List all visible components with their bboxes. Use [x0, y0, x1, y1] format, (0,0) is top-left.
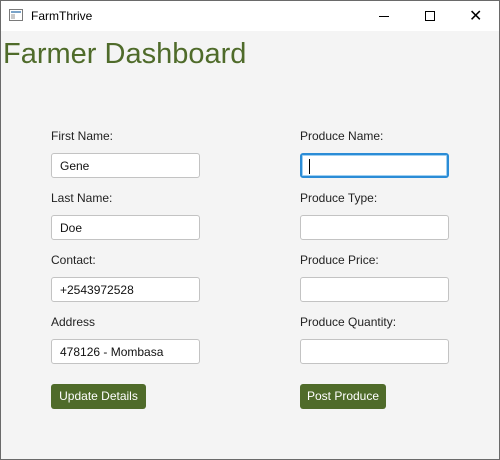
address-label: Address	[51, 315, 96, 329]
produce-type-label: Produce Type:	[300, 191, 378, 205]
app-window-icon	[9, 9, 23, 21]
maximize-icon	[425, 11, 435, 21]
last-name-label: Last Name:	[51, 191, 113, 205]
minimize-icon	[379, 16, 389, 17]
close-icon: ✕	[469, 6, 483, 25]
minimize-button[interactable]	[361, 1, 407, 31]
contact-label: Contact:	[51, 253, 96, 267]
produce-price-field[interactable]	[300, 277, 449, 302]
produce-quantity-field[interactable]	[300, 339, 449, 364]
address-field[interactable]	[51, 339, 200, 364]
contact-field[interactable]	[51, 277, 200, 302]
update-details-button[interactable]: Update Details	[51, 384, 146, 409]
produce-name-field[interactable]	[300, 153, 449, 178]
produce-type-field[interactable]	[300, 215, 449, 240]
post-produce-button[interactable]: Post Produce	[300, 384, 386, 409]
title-bar[interactable]: FarmThrive ✕	[1, 1, 499, 31]
maximize-button[interactable]	[407, 1, 453, 31]
window-title: FarmThrive	[31, 9, 93, 23]
text-caret	[309, 159, 310, 174]
produce-name-label: Produce Name:	[300, 129, 384, 143]
page-title: Farmer Dashboard	[3, 38, 247, 70]
last-name-field[interactable]	[51, 215, 200, 240]
app-window: FarmThrive ✕ Farmer Dashboard First Name…	[0, 0, 500, 460]
first-name-field[interactable]	[51, 153, 200, 178]
first-name-label: First Name:	[51, 129, 114, 143]
produce-price-label: Produce Price:	[300, 253, 379, 267]
close-button[interactable]: ✕	[453, 1, 499, 31]
produce-quantity-label: Produce Quantity:	[300, 315, 397, 329]
